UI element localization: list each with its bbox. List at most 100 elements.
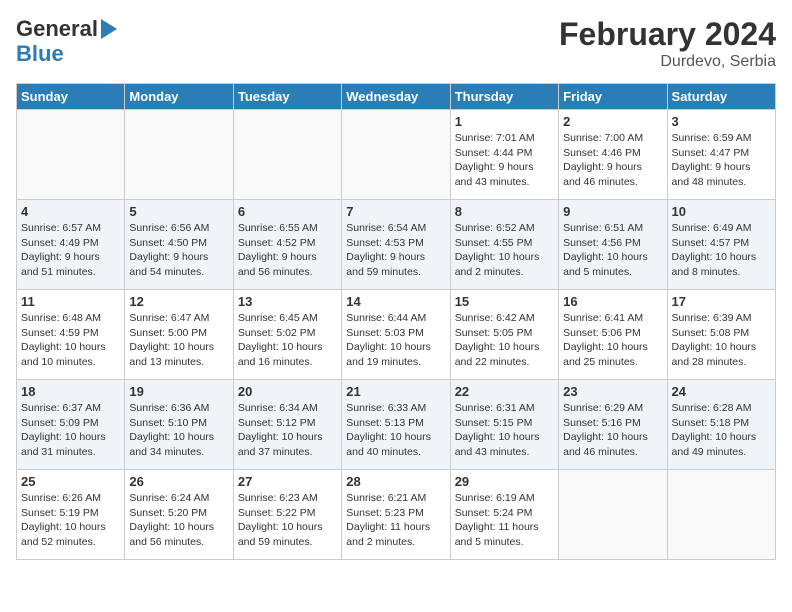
- calendar-cell: 9 Sunrise: 6:51 AM Sunset: 4:56 PM Daylig…: [559, 200, 667, 290]
- day-info: Sunrise: 6:41 AM Sunset: 5:06 PM Dayligh…: [563, 311, 662, 370]
- day-number: 15: [455, 294, 554, 309]
- day-number: 25: [21, 474, 120, 489]
- logo-blue: Blue: [16, 41, 64, 66]
- calendar-cell: 13 Sunrise: 6:45 AM Sunset: 5:02 PM Dayli…: [233, 290, 341, 380]
- day-info: Sunrise: 6:24 AM Sunset: 5:20 PM Dayligh…: [129, 491, 228, 550]
- calendar-cell: 24 Sunrise: 6:28 AM Sunset: 5:18 PM Dayli…: [667, 380, 775, 470]
- day-info: Sunrise: 7:01 AM Sunset: 4:44 PM Dayligh…: [455, 131, 554, 190]
- calendar-cell: 28Sunrise: 6:21 AM Sunset: 5:23 PM Dayli…: [342, 470, 450, 560]
- day-number: 7: [346, 204, 445, 219]
- calendar-cell: [559, 470, 667, 560]
- day-number: 17: [672, 294, 771, 309]
- day-number: 2: [563, 114, 662, 129]
- day-info: Sunrise: 6:55 AM Sunset: 4:52 PM Dayligh…: [238, 221, 337, 280]
- calendar-cell: 6 Sunrise: 6:55 AM Sunset: 4:52 PM Daylig…: [233, 200, 341, 290]
- calendar-cell: 21Sunrise: 6:33 AM Sunset: 5:13 PM Dayli…: [342, 380, 450, 470]
- day-number: 14: [346, 294, 445, 309]
- calendar-week-1: 1Sunrise: 7:01 AM Sunset: 4:44 PM Daylig…: [17, 110, 776, 200]
- calendar-cell: 14 Sunrise: 6:44 AM Sunset: 5:03 PM Dayli…: [342, 290, 450, 380]
- day-number: 23: [563, 384, 662, 399]
- weekday-header-friday: Friday: [559, 84, 667, 110]
- calendar-cell: 22Sunrise: 6:31 AM Sunset: 5:15 PM Dayli…: [450, 380, 558, 470]
- day-info: Sunrise: 6:19 AM Sunset: 5:24 PM Dayligh…: [455, 491, 554, 550]
- day-info: Sunrise: 6:28 AM Sunset: 5:18 PM Dayligh…: [672, 401, 771, 460]
- logo-text: General Blue: [16, 16, 117, 67]
- day-info: Sunrise: 6:34 AM Sunset: 5:12 PM Dayligh…: [238, 401, 337, 460]
- day-info: Sunrise: 6:29 AM Sunset: 5:16 PM Dayligh…: [563, 401, 662, 460]
- weekday-header-row: SundayMondayTuesdayWednesdayThursdayFrid…: [17, 84, 776, 110]
- calendar-cell: [667, 470, 775, 560]
- calendar-cell: 1Sunrise: 7:01 AM Sunset: 4:44 PM Daylig…: [450, 110, 558, 200]
- calendar-cell: 19Sunrise: 6:36 AM Sunset: 5:10 PM Dayli…: [125, 380, 233, 470]
- calendar-week-4: 18 Sunrise: 6:37 AM Sunset: 5:09 PM Dayli…: [17, 380, 776, 470]
- day-number: 26: [129, 474, 228, 489]
- day-info: Sunrise: 6:39 AM Sunset: 5:08 PM Dayligh…: [672, 311, 771, 370]
- calendar-week-2: 4 Sunrise: 6:57 AM Sunset: 4:49 PM Daylig…: [17, 200, 776, 290]
- calendar-cell: 27Sunrise: 6:23 AM Sunset: 5:22 PM Dayli…: [233, 470, 341, 560]
- day-info: Sunrise: 6:26 AM Sunset: 5:19 PM Dayligh…: [21, 491, 120, 550]
- day-info: Sunrise: 6:52 AM Sunset: 4:55 PM Dayligh…: [455, 221, 554, 280]
- calendar-cell: 26 Sunrise: 6:24 AM Sunset: 5:20 PM Dayli…: [125, 470, 233, 560]
- page-header: General Blue February 2024 Durdevo, Serb…: [16, 16, 776, 71]
- weekday-header-sunday: Sunday: [17, 84, 125, 110]
- day-info: Sunrise: 6:56 AM Sunset: 4:50 PM Dayligh…: [129, 221, 228, 280]
- day-number: 24: [672, 384, 771, 399]
- day-number: 9: [563, 204, 662, 219]
- day-info: Sunrise: 6:51 AM Sunset: 4:56 PM Dayligh…: [563, 221, 662, 280]
- logo: General Blue: [16, 16, 117, 67]
- calendar-cell: [125, 110, 233, 200]
- day-number: 29: [455, 474, 554, 489]
- day-number: 20: [238, 384, 337, 399]
- calendar-week-3: 11 Sunrise: 6:48 AM Sunset: 4:59 PM Dayli…: [17, 290, 776, 380]
- calendar-header: SundayMondayTuesdayWednesdayThursdayFrid…: [17, 84, 776, 110]
- day-number: 22: [455, 384, 554, 399]
- day-number: 11: [21, 294, 120, 309]
- day-number: 13: [238, 294, 337, 309]
- day-number: 4: [21, 204, 120, 219]
- calendar-subtitle: Durdevo, Serbia: [559, 53, 776, 71]
- weekday-header-monday: Monday: [125, 84, 233, 110]
- day-info: Sunrise: 6:47 AM Sunset: 5:00 PM Dayligh…: [129, 311, 228, 370]
- day-number: 8: [455, 204, 554, 219]
- day-info: Sunrise: 6:44 AM Sunset: 5:03 PM Dayligh…: [346, 311, 445, 370]
- calendar-cell: 4 Sunrise: 6:57 AM Sunset: 4:49 PM Daylig…: [17, 200, 125, 290]
- calendar-cell: [342, 110, 450, 200]
- calendar-cell: 8 Sunrise: 6:52 AM Sunset: 4:55 PM Daylig…: [450, 200, 558, 290]
- calendar-body: 1Sunrise: 7:01 AM Sunset: 4:44 PM Daylig…: [17, 110, 776, 560]
- calendar-cell: 25 Sunrise: 6:26 AM Sunset: 5:19 PM Dayli…: [17, 470, 125, 560]
- day-info: Sunrise: 6:57 AM Sunset: 4:49 PM Dayligh…: [21, 221, 120, 280]
- calendar-cell: 17 Sunrise: 6:39 AM Sunset: 5:08 PM Dayli…: [667, 290, 775, 380]
- day-info: Sunrise: 6:59 AM Sunset: 4:47 PM Dayligh…: [672, 131, 771, 190]
- calendar-table: SundayMondayTuesdayWednesdayThursdayFrid…: [16, 83, 776, 560]
- day-number: 12: [129, 294, 228, 309]
- calendar-cell: [17, 110, 125, 200]
- day-number: 18: [21, 384, 120, 399]
- calendar-cell: 16 Sunrise: 6:41 AM Sunset: 5:06 PM Dayli…: [559, 290, 667, 380]
- day-number: 10: [672, 204, 771, 219]
- day-number: 21: [346, 384, 445, 399]
- calendar-cell: 11 Sunrise: 6:48 AM Sunset: 4:59 PM Dayli…: [17, 290, 125, 380]
- day-info: Sunrise: 6:42 AM Sunset: 5:05 PM Dayligh…: [455, 311, 554, 370]
- calendar-cell: 15 Sunrise: 6:42 AM Sunset: 5:05 PM Dayli…: [450, 290, 558, 380]
- calendar-cell: 3Sunrise: 6:59 AM Sunset: 4:47 PM Daylig…: [667, 110, 775, 200]
- logo-arrow-icon: [101, 19, 117, 39]
- day-number: 19: [129, 384, 228, 399]
- day-info: Sunrise: 6:48 AM Sunset: 4:59 PM Dayligh…: [21, 311, 120, 370]
- day-info: Sunrise: 7:00 AM Sunset: 4:46 PM Dayligh…: [563, 131, 662, 190]
- calendar-cell: 5 Sunrise: 6:56 AM Sunset: 4:50 PM Daylig…: [125, 200, 233, 290]
- logo-general: General: [16, 16, 98, 41]
- calendar-cell: 10 Sunrise: 6:49 AM Sunset: 4:57 PM Dayli…: [667, 200, 775, 290]
- weekday-header-thursday: Thursday: [450, 84, 558, 110]
- calendar-week-5: 25 Sunrise: 6:26 AM Sunset: 5:19 PM Dayli…: [17, 470, 776, 560]
- calendar-cell: 20 Sunrise: 6:34 AM Sunset: 5:12 PM Dayli…: [233, 380, 341, 470]
- day-info: Sunrise: 6:37 AM Sunset: 5:09 PM Dayligh…: [21, 401, 120, 460]
- day-number: 28: [346, 474, 445, 489]
- day-info: Sunrise: 6:49 AM Sunset: 4:57 PM Dayligh…: [672, 221, 771, 280]
- title-block: February 2024 Durdevo, Serbia: [559, 16, 776, 71]
- calendar-cell: 7Sunrise: 6:54 AM Sunset: 4:53 PM Daylig…: [342, 200, 450, 290]
- day-info: Sunrise: 6:45 AM Sunset: 5:02 PM Dayligh…: [238, 311, 337, 370]
- day-number: 5: [129, 204, 228, 219]
- calendar-title: February 2024: [559, 16, 776, 53]
- day-number: 16: [563, 294, 662, 309]
- day-number: 6: [238, 204, 337, 219]
